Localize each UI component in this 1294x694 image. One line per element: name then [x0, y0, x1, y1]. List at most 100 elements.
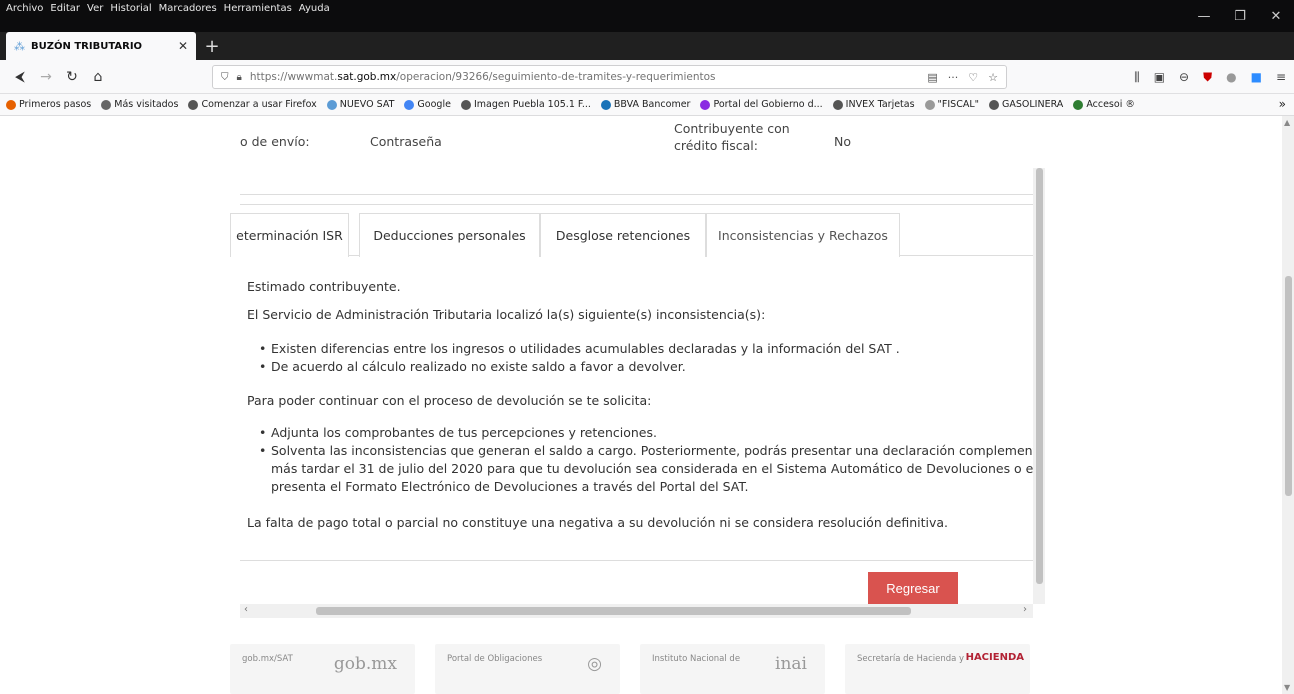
scrollbar-thumb[interactable] [1036, 168, 1043, 584]
inner-vertical-scrollbar[interactable] [1033, 168, 1045, 604]
home-icon[interactable]: ⌂ [86, 66, 110, 88]
close-window-icon[interactable]: ✕ [1258, 0, 1294, 32]
url-text[interactable]: https://wwwmat.sat.gob.mx/operacion/9326… [250, 71, 920, 83]
bookmark-item[interactable]: Accesoi ® [1073, 99, 1135, 110]
url-domain: sat.gob.mx [337, 71, 397, 83]
bookmark-favicon-icon [188, 99, 199, 110]
menu-marcadores[interactable]: Marcadores [159, 3, 217, 14]
bookmark-item[interactable]: BBVA Bancomer [600, 99, 691, 110]
bookmark-favicon-icon [460, 99, 471, 110]
request-intro-text: Para poder continuar con el proceso de d… [247, 393, 652, 408]
bookmark-item[interactable]: Portal del Gobierno d... [700, 99, 823, 110]
url-prefix: https://wwwmat. [249, 71, 338, 83]
bookmark-item[interactable]: Google [404, 99, 451, 110]
bookmark-item[interactable]: INVEX Tarjetas [832, 99, 915, 110]
tab-inconsistencias-rechazos[interactable]: Inconsistencias y Rechazos [706, 213, 900, 257]
scroll-up-icon[interactable]: ▲ [1284, 118, 1290, 127]
list-item: Solventa las inconsistencias que generan… [259, 442, 1041, 460]
account-icon[interactable]: ⊖ [1179, 70, 1189, 84]
hacienda-logo: HACIENDA [965, 652, 1024, 663]
page-actions-icon[interactable]: ··· [948, 71, 959, 84]
send-type-value: Contraseña [370, 134, 442, 149]
tab-label: Desglose retenciones [555, 228, 691, 243]
tab-determinacion-isr[interactable]: eterminación ISR [230, 213, 349, 257]
minimize-icon[interactable]: — [1186, 0, 1222, 32]
footer-gobmx[interactable]: gob.mx/SAT gob.mx [230, 644, 415, 694]
bookmarks-bar: Primeros pasos Más visitados Comenzar a us… [0, 94, 1294, 116]
horizontal-scrollbar[interactable]: ‹ › [240, 604, 1033, 618]
menu-historial[interactable]: Historial [110, 3, 151, 14]
browser-tab[interactable]: ⁂ BUZÓN TRIBUTARIO ✕ [6, 32, 196, 60]
zoom-icon[interactable]: ■ [1251, 70, 1262, 84]
menu-ayuda[interactable]: Ayuda [299, 3, 330, 14]
tab-label: Deducciones personales [373, 228, 526, 243]
bookmark-label: Primeros pasos [19, 99, 92, 110]
bookmark-item[interactable]: Más visitados [101, 99, 178, 110]
menu-ver[interactable]: Ver [87, 3, 103, 14]
footer-inai[interactable]: Instituto Nacional de inai [640, 644, 825, 694]
divider [240, 560, 1035, 561]
menu-herramientas[interactable]: Herramientas [224, 3, 292, 14]
scrollbar-thumb[interactable] [316, 607, 911, 615]
scroll-down-icon[interactable]: ▼ [1284, 683, 1290, 692]
tab-desglose-retenciones[interactable]: Desglose retenciones [540, 213, 706, 257]
list-item: De acuerdo al cálculo realizado no exist… [259, 358, 900, 376]
reload-icon[interactable]: ↻ [60, 66, 84, 88]
new-tab-icon[interactable]: + [198, 32, 226, 60]
fiscal-credit-value: No [834, 134, 851, 149]
page-vertical-scrollbar[interactable]: ▲ ▼ [1282, 116, 1294, 694]
bookmark-favicon-icon [101, 99, 112, 110]
bookmark-item[interactable]: Primeros pasos [6, 99, 91, 110]
lock-icon[interactable]: 🔒︎ [237, 72, 242, 83]
bookmark-favicon-icon [326, 99, 337, 110]
ublock-icon[interactable]: ⛊ [1203, 70, 1212, 85]
bookmark-item[interactable]: NUEVO SAT [326, 99, 394, 110]
reader-view-icon[interactable]: ▤ [927, 71, 937, 84]
regresar-button[interactable]: Regresar [868, 572, 958, 604]
restore-icon[interactable]: ❐ [1222, 0, 1258, 32]
footer-text: Instituto Nacional de [652, 654, 741, 664]
footer-portal-obligaciones[interactable]: Portal de Obligaciones ◎ [435, 644, 620, 694]
bookmark-favicon-icon [1073, 99, 1084, 110]
forward-icon[interactable]: → [34, 66, 58, 88]
menu-editar[interactable]: Editar [50, 3, 80, 14]
tab-deducciones-personales[interactable]: Deducciones personales [359, 213, 540, 257]
pocket-icon[interactable]: ♡ [968, 71, 978, 84]
window-controls: — ❐ ✕ [1186, 0, 1294, 32]
request-line-1: Solventa las inconsistencias que generan… [271, 443, 1038, 458]
scroll-left-icon[interactable]: ‹ [244, 604, 248, 615]
bookmark-label: BBVA Bancomer [613, 99, 691, 110]
info-row: o de envío: Contraseña Contribuyente con… [240, 116, 1045, 196]
scroll-right-icon[interactable]: › [1023, 604, 1027, 615]
bookmarks-overflow-icon[interactable]: » [1279, 97, 1286, 111]
scrollbar-thumb[interactable] [1285, 276, 1292, 496]
bookmark-label: Google [417, 99, 451, 110]
tab-label: Inconsistencias y Rechazos [718, 228, 888, 243]
hamburger-menu-icon[interactable]: ≡ [1276, 70, 1286, 84]
bookmark-item[interactable]: "FISCAL" [924, 99, 979, 110]
menu-archivo[interactable]: Archivo [6, 3, 43, 14]
footer-links: gob.mx/SAT gob.mx Portal de Obligaciones ◎… [230, 644, 1030, 694]
library-icon[interactable]: ⫼ [1134, 70, 1140, 85]
bookmark-item[interactable]: Comenzar a usar Firefox [188, 99, 317, 110]
bookmark-favicon-icon [404, 99, 415, 110]
sidebar-icon[interactable]: ▣ [1154, 70, 1165, 84]
request-line-2: más tardar el 31 de julio del 2020 para … [271, 461, 1042, 476]
bookmark-item[interactable]: Imagen Puebla 105.1 F... [460, 99, 591, 110]
tab-title: BUZÓN TRIBUTARIO [31, 40, 143, 52]
footer-text: gob.mx/SAT [242, 654, 293, 664]
extension-icon[interactable]: ● [1226, 70, 1236, 84]
back-icon[interactable]: ⮜ [8, 66, 32, 88]
bookmark-item[interactable]: GASOLINERA [989, 99, 1063, 110]
bookmark-label: GASOLINERA [1002, 99, 1064, 110]
url-bar[interactable]: ⛉ 🔒︎ https://wwwmat.sat.gob.mx/operacion… [212, 65, 1007, 89]
fiscal-credit-label: Contribuyente con crédito fiscal: [674, 121, 790, 153]
toolbar-right: ⫼ ▣ ⊖ ⛊ ● ■ ≡ [1134, 66, 1286, 88]
bookmark-star-icon[interactable]: ☆ [988, 71, 998, 84]
footer-text: Secretaría de Hacienda y [857, 654, 965, 664]
tab-close-icon[interactable]: ✕ [178, 39, 188, 53]
shield-icon[interactable]: ⛉ [221, 72, 229, 83]
tab-label: eterminación ISR [236, 228, 343, 243]
footer-hacienda[interactable]: Secretaría de Hacienda y HACIENDA [845, 644, 1030, 694]
send-type-label: o de envío: [240, 134, 310, 149]
